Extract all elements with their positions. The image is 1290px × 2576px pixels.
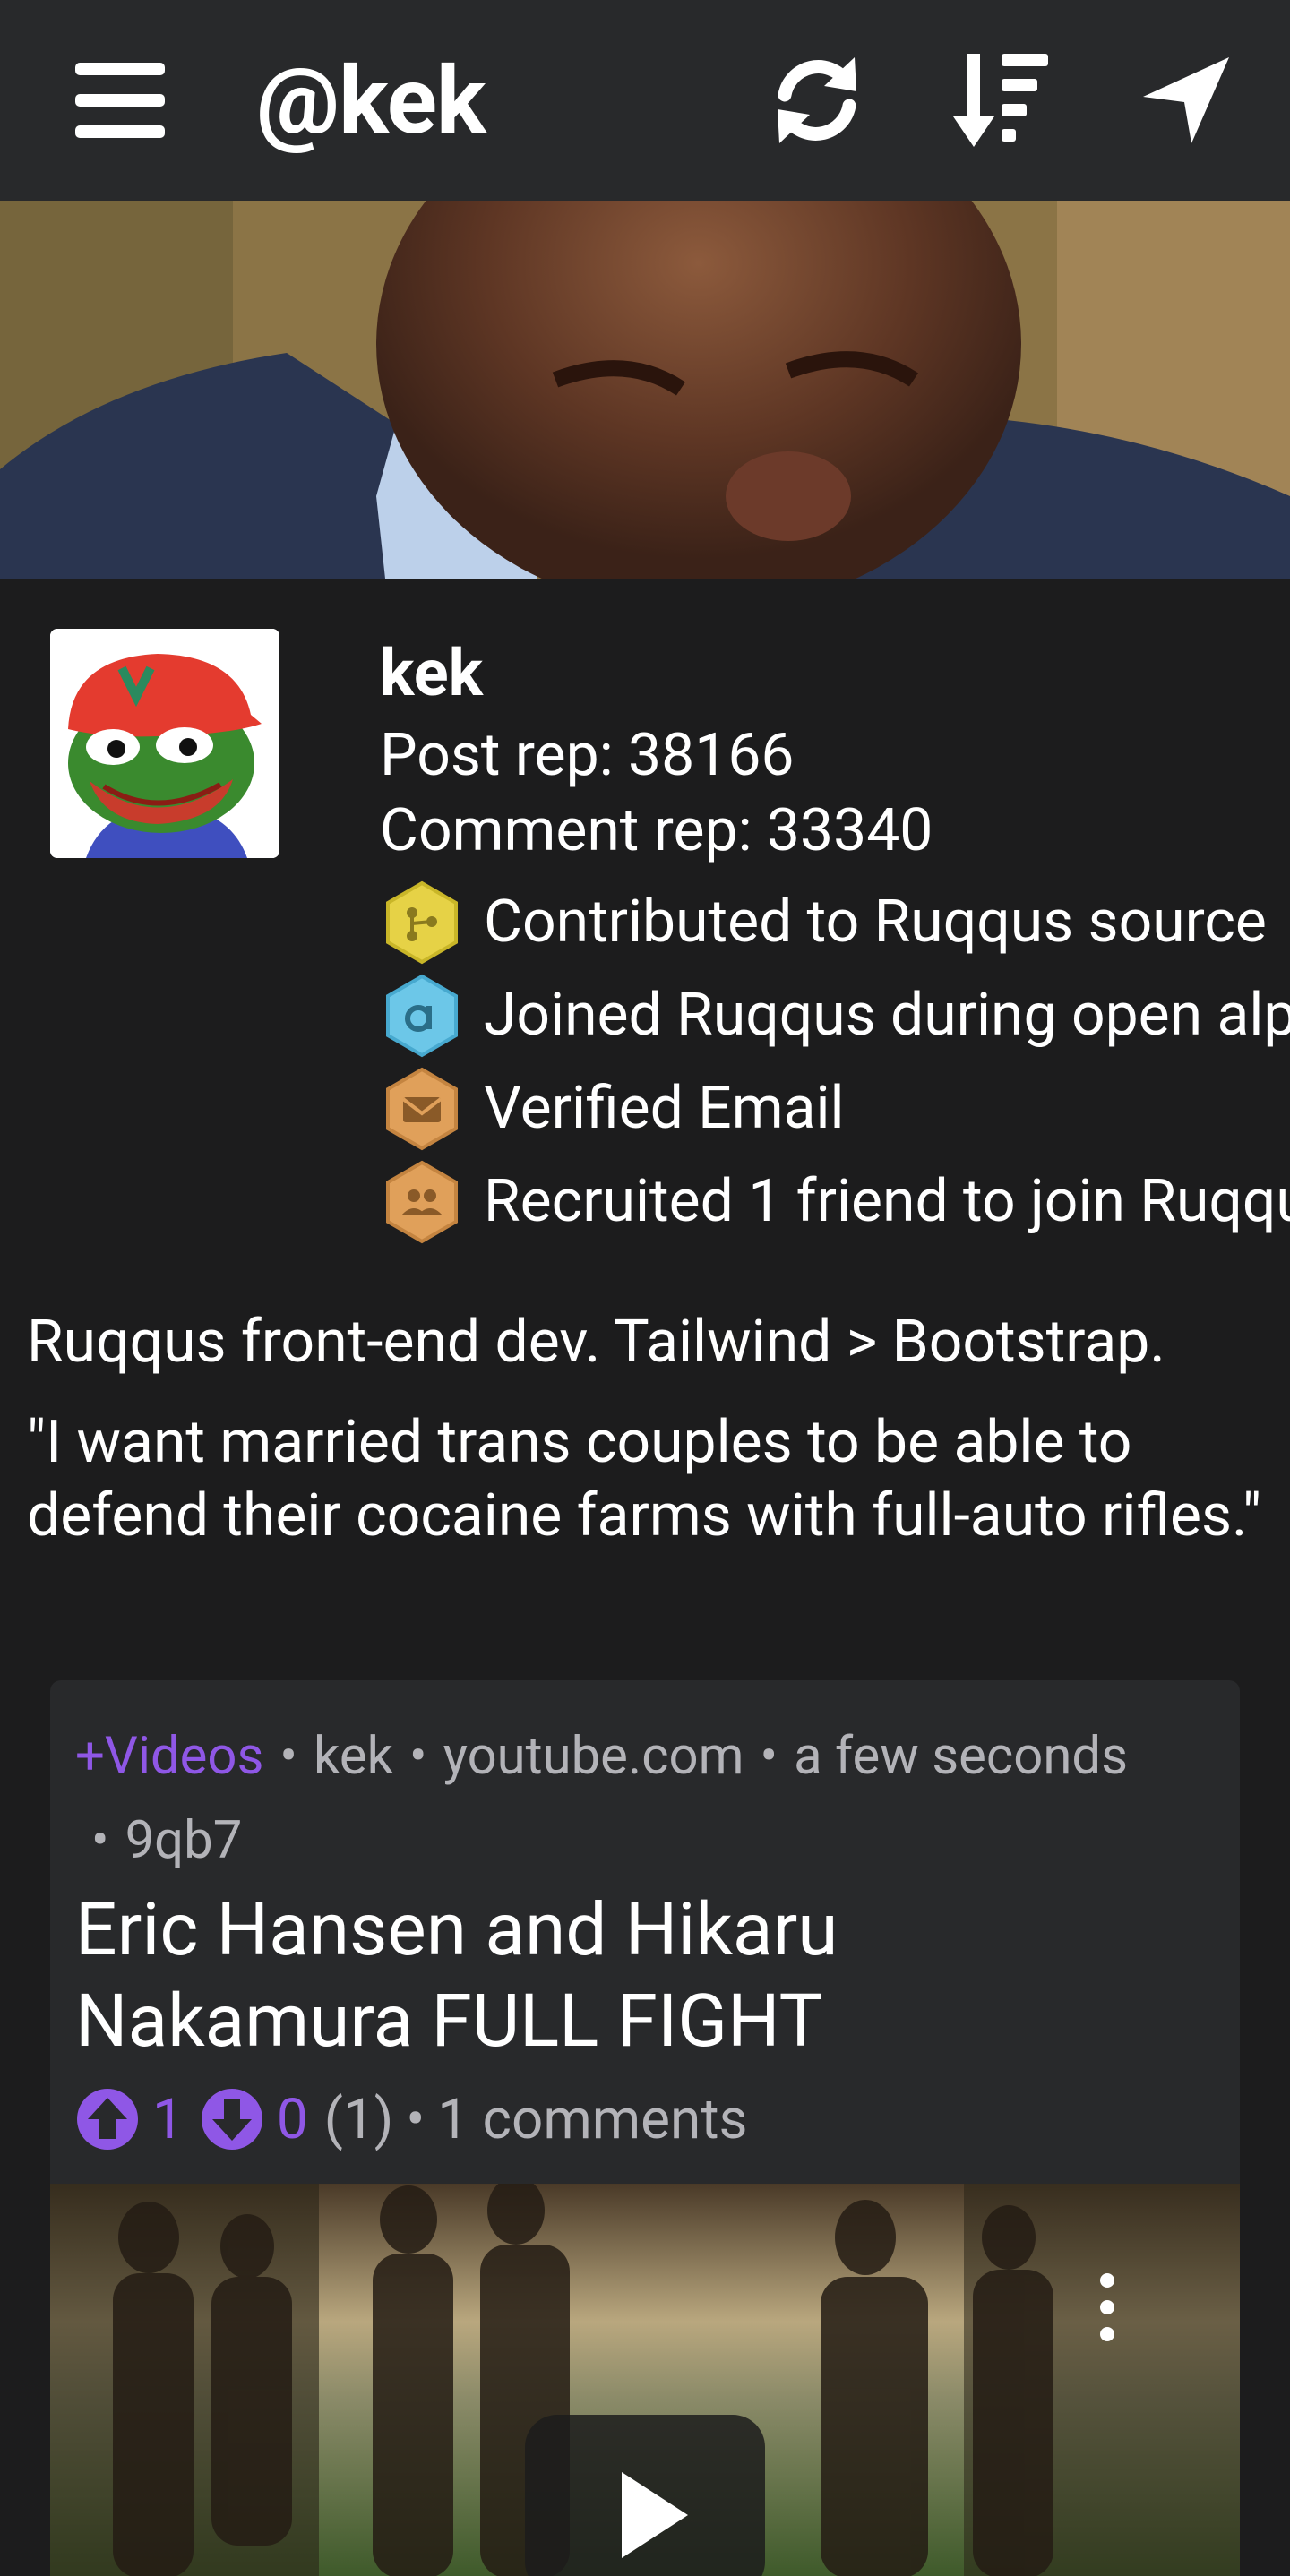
post-id[interactable]: 9qb7: [125, 1810, 243, 1871]
alpha-badge-icon[interactable]: [380, 974, 464, 1058]
sort-icon[interactable]: [950, 50, 1050, 150]
video-thumbnail[interactable]: [50, 2184, 1240, 2576]
profile-banner-image: [0, 201, 1290, 579]
bio-line: Ruqqus front-end dev. Tailwind > Bootstr…: [27, 1308, 1165, 1377]
post-author[interactable]: kek: [314, 1726, 393, 1787]
username: kek: [380, 635, 484, 711]
badge-item: Recruited 1 friend to join Ruqqus: [380, 1155, 1290, 1249]
badge-label: Contributed to Ruqqus source: [484, 888, 1267, 957]
bio-line: "I want married trans couples to be able…: [27, 1408, 1262, 1550]
post-score: (1): [323, 2086, 394, 2152]
badge-item: Contributed to Ruqqus source: [380, 876, 1290, 969]
comment-rep: Comment rep: 33340: [380, 796, 933, 865]
badge-item: Joined Ruqqus during open alpha: [380, 969, 1290, 1062]
badge-label: Recruited 1 friend to join Ruqqus: [484, 1167, 1290, 1236]
page-title: @kek: [256, 47, 486, 156]
downvote-arrow-icon[interactable]: [200, 2087, 264, 2151]
guild-link[interactable]: +Videos: [75, 1726, 263, 1787]
hamburger-menu-icon[interactable]: [75, 63, 165, 138]
downvote-count: 0: [276, 2086, 308, 2152]
upvote-arrow-icon[interactable]: [75, 2087, 140, 2151]
email-badge-icon[interactable]: [380, 1067, 464, 1151]
app-bar: @kek: [0, 0, 1290, 201]
navigation-arrow-icon[interactable]: [1136, 50, 1236, 150]
more-vertical-icon[interactable]: [1091, 2271, 1123, 2343]
post-domain[interactable]: youtube.com: [443, 1726, 744, 1787]
badge-label: Joined Ruqqus during open alpha: [484, 981, 1290, 1050]
post-card[interactable]: +Videos • kek • youtube.com • a few seconds • 9…: [50, 1680, 1240, 2576]
code-contributor-badge-icon[interactable]: [380, 880, 464, 965]
post-rep: Post rep: 38166: [380, 721, 795, 790]
avatar[interactable]: [50, 629, 280, 858]
recruit-badge-icon[interactable]: [380, 1160, 464, 1244]
refresh-icon[interactable]: [767, 50, 867, 150]
post-time: a few seconds: [794, 1726, 1129, 1787]
user-bio: Ruqqus front-end dev. Tailwind > Bootstr…: [27, 1306, 1263, 1580]
upvote-count: 1: [152, 2086, 184, 2152]
badge-list: Contributed to Ruqqus source Joined Ruqq…: [380, 876, 1290, 1249]
post-stats: 1 0 (1) • 1 comments: [75, 2083, 747, 2155]
post-title[interactable]: Eric Hansen and Hikaru Nakamura FULL FIG…: [75, 1885, 1150, 2067]
badge-label: Verified Email: [484, 1074, 845, 1143]
post-meta: +Videos • kek • youtube.com • a few seconds • 9…: [75, 1726, 1129, 1871]
profile-info: kek Post rep: 38166 Comment rep: 33340 C…: [380, 634, 1290, 1249]
play-icon[interactable]: [525, 2415, 765, 2576]
comments-link[interactable]: 1 comments: [437, 2087, 747, 2152]
badge-item: Verified Email: [380, 1062, 1290, 1155]
